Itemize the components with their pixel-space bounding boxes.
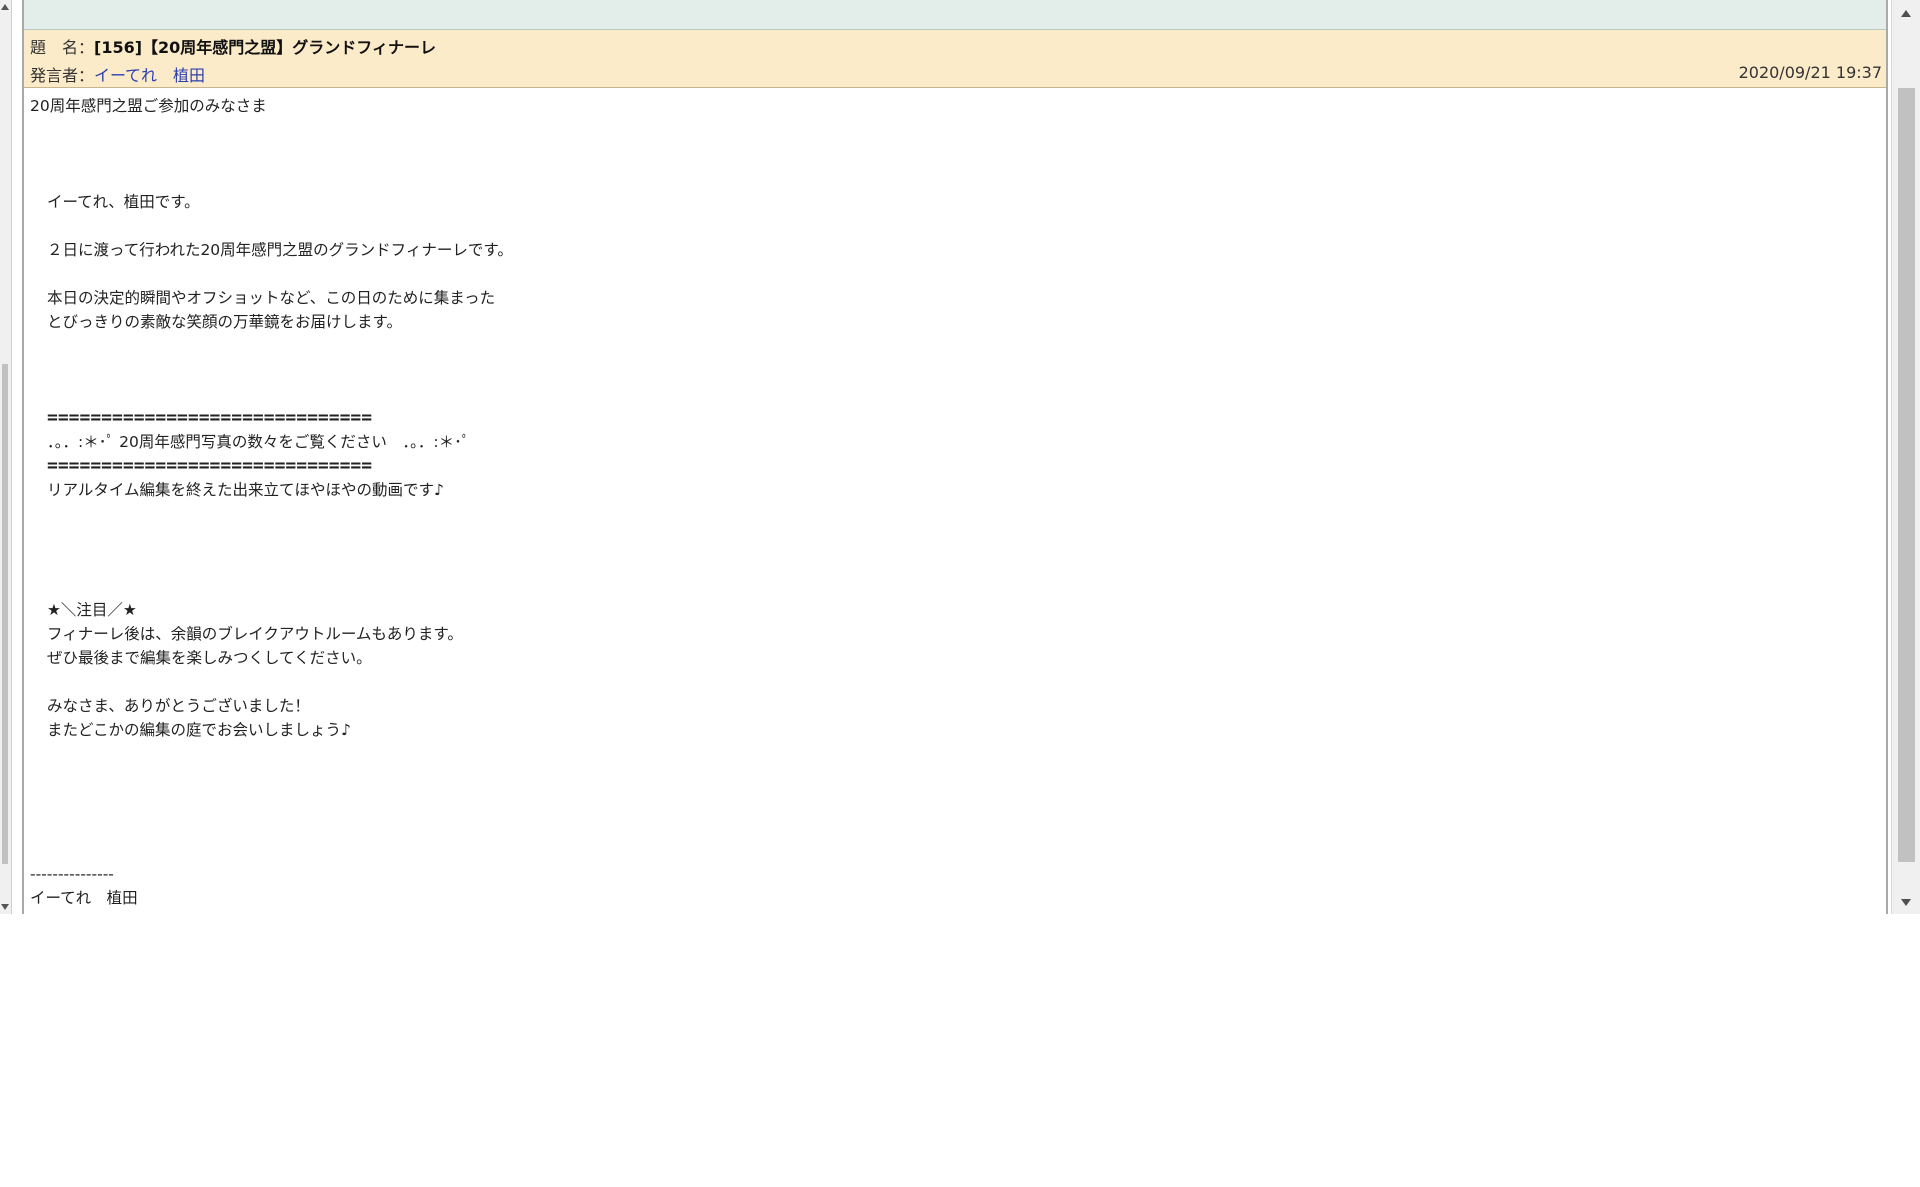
body-breakout: フィナーレ後は、余韻のブレイクアウトルームもあります。 [47,625,463,643]
screen: 題 名：[156]【20周年感門之盟】グランドフィナーレ 発言者：イーてれ 植田… [0,0,1920,1187]
banner-line: ．。．:＊･ﾟ 20周年感門写真の数々をご覧ください ．。．:＊･ﾟ [47,433,470,451]
author-label: 発言者： [30,66,95,85]
author-link[interactable]: イーてれ 植田 [94,66,205,85]
body-moments-1: 本日の決定的瞬間やオフショットなど、この日のために集まった [47,289,496,307]
scroll-down-icon[interactable] [1,904,9,910]
title-row: 題 名：[156]【20周年感門之盟】グランドフィナーレ [30,34,1882,62]
outer-scroll-thumb[interactable] [2,364,8,864]
rule-bottom: ============================== [47,455,373,476]
signature: イーてれ 植田 [30,889,138,907]
body-thanks: みなさま、ありがとうございました！ [47,697,310,715]
body-enjoy: ぜひ最後まで編集を楽しみつくしてください。 [47,649,372,667]
scroll-up-icon[interactable] [1,4,9,10]
scroll-down-icon[interactable] [1901,899,1911,906]
message-scroll-thumb[interactable] [1898,88,1915,862]
scroll-up-icon[interactable] [1901,10,1911,17]
message-scrollbar[interactable] [1891,0,1920,914]
body-moments-2: とびっきりの素敵な笑顔の万華鏡をお届けします。 [47,313,402,331]
body-video: リアルタイム編集を終えた出来立てほやほやの動画です♪ [47,481,444,499]
message-body: 20周年感門之盟ご参加のみなさま イーてれ、植田です。 ２日に渡って行われた20… [24,88,1886,920]
signature-rule: --------------- [30,865,114,883]
post-date: 2020/09/21 19:37 [1738,63,1882,82]
author-row: 発言者：イーてれ 植田 [30,62,1882,90]
body-finale: ２日に渡って行われた20周年感門之盟のグランドフィナーレです。 [47,241,513,259]
message-frame: 題 名：[156]【20周年感門之盟】グランドフィナーレ 発言者：イーてれ 植田… [22,0,1888,914]
body-meet: またどこかの編集の庭でお会いしましょう♪ [47,721,351,739]
body-greeting: 20周年感門之盟ご参加のみなさま [30,97,267,115]
rule-top: ============================== [47,407,373,428]
message-title: [156]【20周年感門之盟】グランドフィナーレ [94,38,436,57]
message-header: 題 名：[156]【20周年感門之盟】グランドフィナーレ 発言者：イーてれ 植田… [24,30,1886,88]
outer-scrollbar[interactable] [0,0,12,914]
body-attention: ★＼注目／★ [47,601,137,619]
title-label: 題 名： [30,38,95,57]
body-intro: イーてれ、植田です。 [47,193,200,211]
top-strip [24,0,1886,30]
